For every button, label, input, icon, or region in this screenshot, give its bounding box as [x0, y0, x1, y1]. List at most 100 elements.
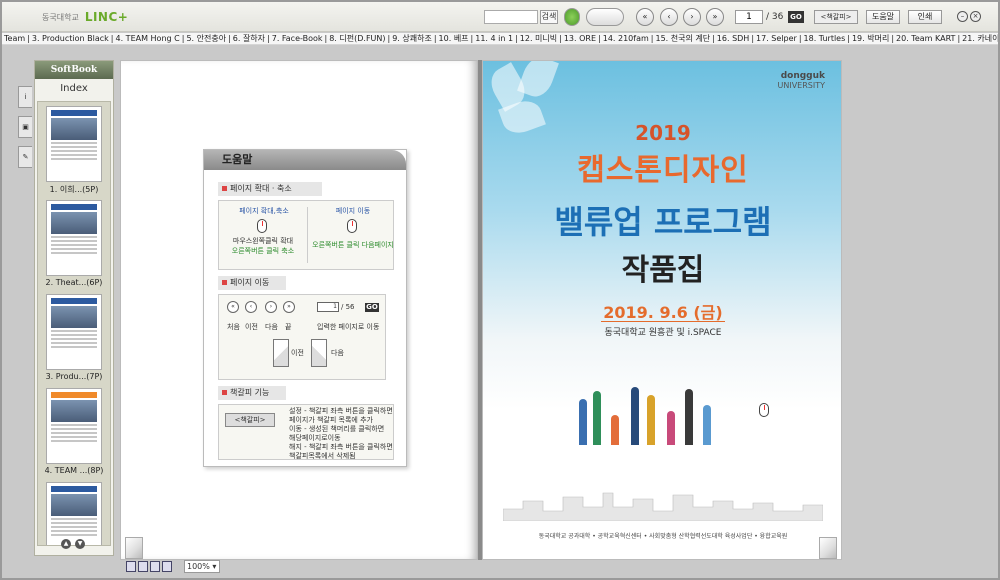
prev-page-button[interactable]: ‹	[660, 8, 678, 26]
info-tab-icon[interactable]: i	[18, 86, 32, 108]
logo-university: 동국대학교	[42, 12, 79, 22]
scroll-up-icon[interactable]: ▲	[61, 539, 71, 549]
side-tabs: i ▣ ✎	[18, 86, 32, 176]
bookmark-separator: |	[598, 34, 601, 43]
label-last: 끝	[285, 323, 292, 331]
thumbnail-tab-icon[interactable]: ▣	[18, 116, 32, 138]
mini-page-input: 1	[317, 302, 339, 312]
list-view-icon[interactable]	[162, 561, 172, 572]
bookmark-separator: |	[515, 34, 518, 43]
help-panel: 도움말 페이지 확대 · 축소 페이지 확대,축소 마우스왼쪽클릭 확대 오른쪽…	[203, 149, 407, 467]
zoom-select[interactable]: 100% ▾	[184, 560, 220, 573]
index-thumbnail[interactable]	[46, 482, 102, 545]
label-first: 처음	[227, 323, 240, 331]
bookmark-separator: |	[559, 34, 562, 43]
index-thumbnail-label[interactable]: 2. Theat...(6P)	[38, 278, 110, 290]
cover-logo: dongguk UNIVERSITY	[777, 71, 826, 90]
double-page-view-icon[interactable]	[138, 561, 148, 572]
help-title: 도움말	[204, 150, 406, 170]
single-page-view-icon[interactable]	[126, 561, 136, 572]
minimize-icon[interactable]: –	[957, 11, 968, 22]
bookmark-separator: |	[228, 34, 231, 43]
last-page-button[interactable]: »	[706, 8, 724, 26]
bookmark-item[interactable]: 15. 천국의 계단	[655, 34, 710, 43]
skyline-illustration	[503, 492, 823, 521]
print-button[interactable]: 인쇄	[908, 10, 942, 24]
label-prev-corner: 이전	[291, 349, 304, 357]
go-button[interactable]: GO	[788, 11, 804, 23]
page-total: / 36	[766, 12, 784, 22]
bookmark-item[interactable]: 6. 잘하자	[233, 34, 265, 43]
label-next: 다음	[265, 323, 278, 331]
pen-tab-icon[interactable]: ✎	[18, 146, 32, 168]
close-icon[interactable]: ×	[970, 11, 981, 22]
mouse-icon	[347, 219, 357, 233]
index-thumbnail[interactable]	[46, 294, 102, 370]
index-thumbnail[interactable]	[46, 200, 102, 276]
bookmark-item[interactable]: 13. ORE	[564, 34, 596, 43]
bookmark-item[interactable]: 11. 4 in 1	[475, 34, 513, 43]
index-list[interactable]: 1. 이희...(5P) 2. Theat...(6P) 3. Produ...(7…	[37, 101, 111, 546]
bookmark-item[interactable]: 9. 상쾌하조	[392, 34, 432, 43]
next-page-button[interactable]: ›	[683, 8, 701, 26]
bookmark-item[interactable]: 18. Turtles	[804, 34, 846, 43]
index-thumbnail-label[interactable]: 4. TEAM ...(8P)	[38, 466, 110, 478]
bookmark-separator: |	[181, 34, 185, 43]
bookmark-separator: |	[27, 34, 30, 43]
index-panel: SoftBook Index 1. 이희...(5P) 2. Theat...(6…	[34, 60, 114, 556]
page-number-input[interactable]	[735, 10, 763, 24]
bookmark-item[interactable]: 19. 박머리	[852, 34, 889, 43]
zoom-line2: 오른쪽버튼 클릭 축소	[231, 247, 295, 255]
bookmark-item[interactable]: 17. Selper	[756, 34, 797, 43]
help-zoom-box: 페이지 확대,축소 마우스왼쪽클릭 확대 오른쪽버튼 클릭 축소 페이지 이동 …	[218, 200, 394, 270]
bookmark-item[interactable]: 14. 210fam	[603, 34, 649, 43]
cover-venue: 동국대학교 원흥관 및 i.SPACE	[604, 328, 722, 338]
index-thumbnail-label[interactable]: 1. 이희...(5P)	[38, 184, 110, 196]
bookmark-separator: |	[847, 34, 850, 43]
index-thumbnail[interactable]	[46, 388, 102, 464]
left-page[interactable]: 도움말 페이지 확대 · 축소 페이지 확대,축소 마우스왼쪽클릭 확대 오른쪽…	[120, 60, 478, 560]
bookmark-item[interactable]: 16. SDH	[717, 34, 750, 43]
prev-corner-icon	[273, 339, 289, 367]
help-section-zoom: 페이지 확대 · 축소	[218, 182, 322, 196]
bookmark-separator: |	[712, 34, 715, 43]
first-icon: «	[227, 301, 239, 313]
search-input[interactable]	[484, 10, 538, 24]
bookmark-item[interactable]: 7. Face-Book	[272, 34, 323, 43]
scroll-down-icon[interactable]: ▼	[75, 539, 85, 549]
book-viewer[interactable]: 도움말 페이지 확대 · 축소 페이지 확대,축소 마우스왼쪽클릭 확대 오른쪽…	[120, 60, 842, 560]
toolbar: 동국대학교 LINC+ 검색 « ‹ › » / 36 GO <책갈피> 도움말…	[2, 2, 998, 32]
softbook-logo: SoftBook	[35, 61, 113, 79]
zoom-line1: 마우스왼쪽클릭 확대	[232, 237, 294, 245]
bookmark-item[interactable]: 12. 미니빅	[520, 34, 557, 43]
index-thumbnail-label[interactable]: 3. Produ...(7P)	[38, 372, 110, 384]
bookmark-item[interactable]: Team	[4, 34, 25, 43]
bookmark-item[interactable]: 21. 카네이션	[962, 34, 998, 43]
grid-view-icon[interactable]	[150, 561, 160, 572]
bookmark-bar: Team | 3. Production Black | 4. TEAM Hong C |…	[2, 33, 998, 45]
bookmark-separator: |	[470, 34, 474, 43]
help-move-box: « ‹ › » 1 / 56 GO 처음 이전 다음 끝 입력한 페이지로 이동…	[218, 294, 386, 380]
bookmark-widget[interactable]: <책갈피>	[814, 10, 858, 24]
prev-page-corner[interactable]	[125, 537, 143, 559]
bookmark-item[interactable]: 4. TEAM Hong C	[116, 34, 180, 43]
help-button[interactable]: 도움말	[866, 10, 900, 24]
bookmark-separator: |	[891, 34, 895, 43]
divider	[307, 207, 308, 263]
bookmark-item[interactable]: 5. 안전충아	[186, 34, 226, 43]
index-scroll: ▲ ▼	[61, 539, 85, 549]
book-view-icon[interactable]	[586, 8, 624, 26]
bookmark-item[interactable]: 3. Production Black	[32, 34, 109, 43]
cover-title-line2: 밸류업 프로그램	[554, 203, 772, 241]
cover-year: 2019	[635, 121, 691, 145]
memo-icon[interactable]	[564, 8, 580, 26]
index-thumbnail[interactable]	[46, 106, 102, 182]
next-page-corner[interactable]	[819, 537, 837, 559]
bookmark-item[interactable]: 10. 베프	[439, 34, 469, 43]
cover-title-line1: 캡스톤디자인	[577, 153, 749, 188]
search-button[interactable]: 검색	[540, 10, 558, 24]
first-page-button[interactable]: «	[636, 8, 654, 26]
right-page[interactable]: dongguk UNIVERSITY 2019 캡스톤디자인 밸류업 프로그램 작…	[482, 60, 842, 560]
bookmark-item[interactable]: 8. 디펀(D.FUN)	[329, 34, 385, 43]
bookmark-item[interactable]: 20. Team KART	[896, 34, 955, 43]
